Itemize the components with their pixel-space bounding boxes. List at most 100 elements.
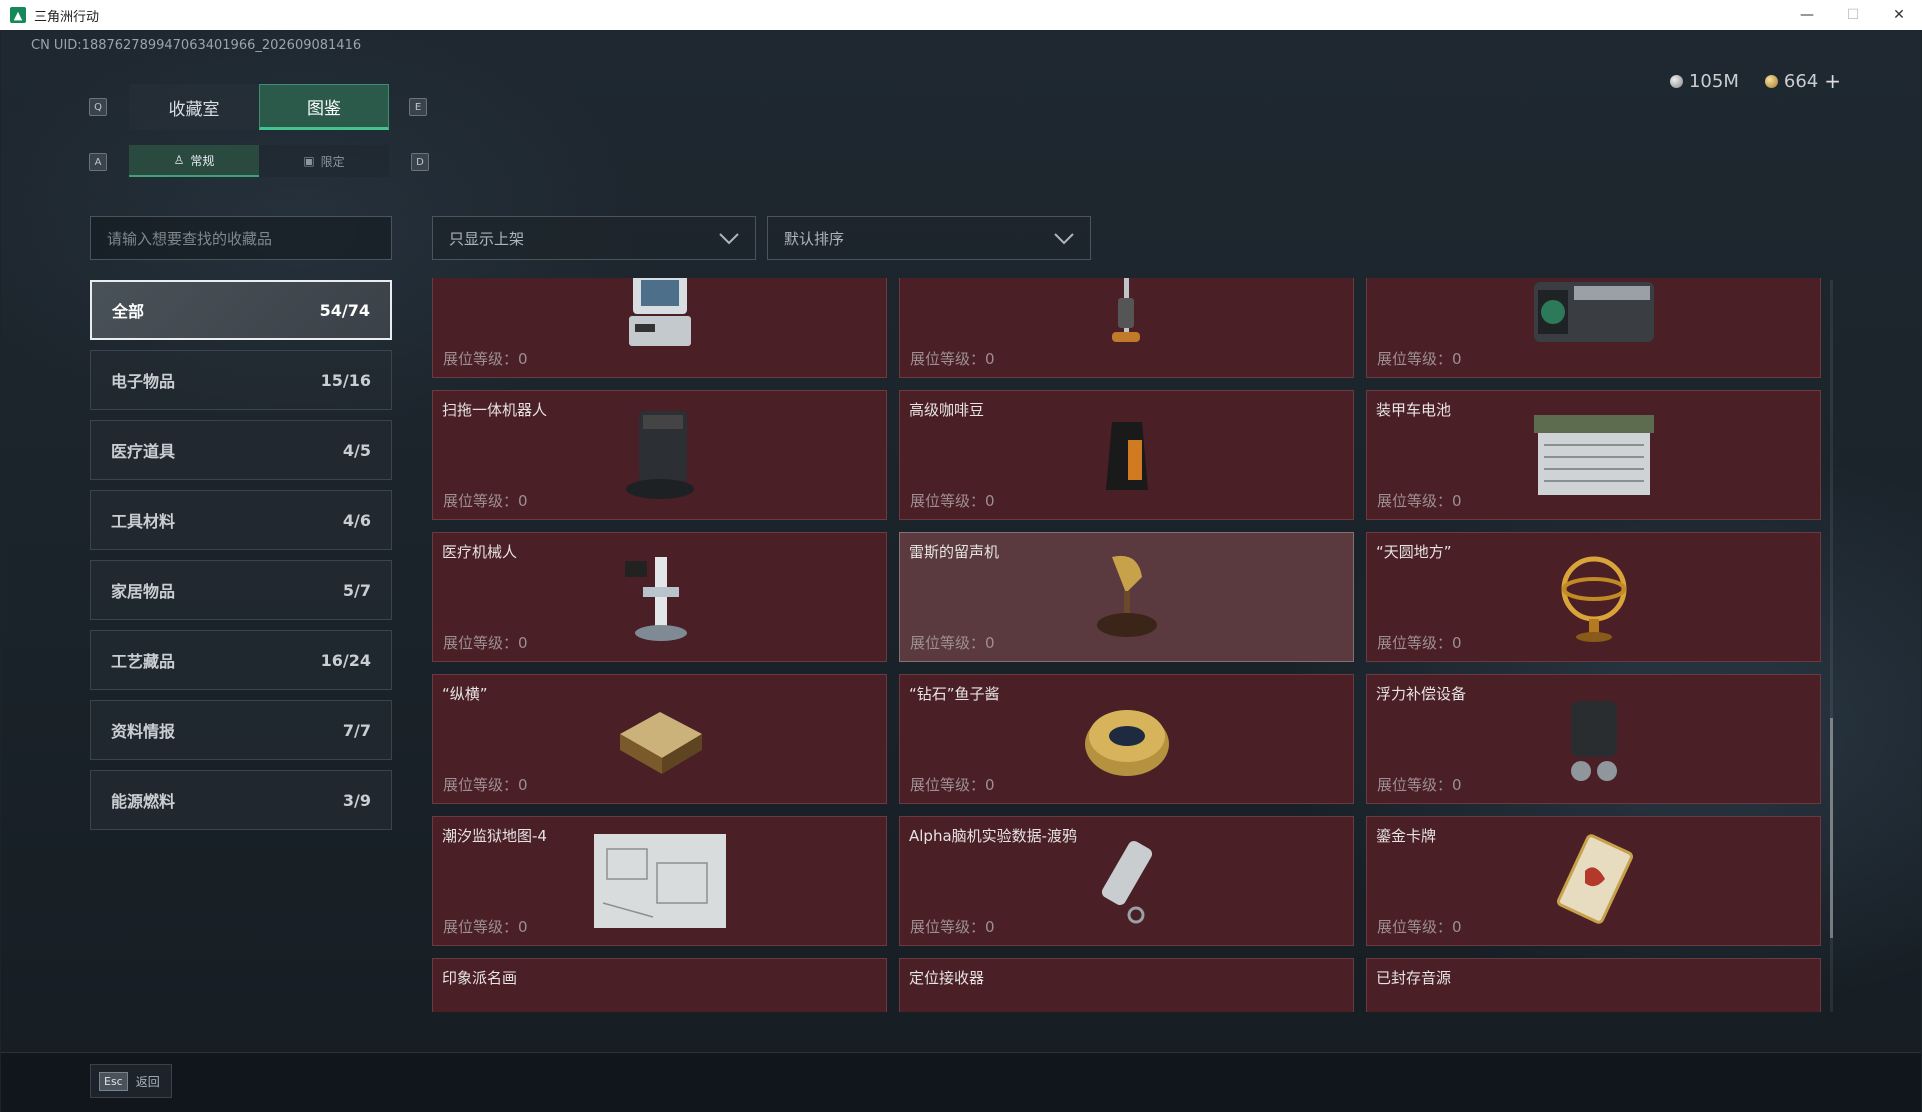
- item-card[interactable]: 鎏金卡牌 展位等级：0: [1366, 816, 1821, 946]
- window-controls: — ☐ ✕: [1784, 0, 1922, 30]
- item-name: “纵横”: [442, 685, 488, 703]
- item-name: Alpha脑机实验数据-渡鸦: [909, 827, 1078, 845]
- item-level: 展位等级：0: [443, 350, 528, 368]
- category-energy[interactable]: 能源燃料 3/9: [90, 770, 392, 830]
- minimize-button[interactable]: —: [1784, 0, 1830, 30]
- item-card[interactable]: “天圆地方” 展位等级：0: [1366, 532, 1821, 662]
- shelf-filter-value: 只显示上架: [449, 229, 525, 248]
- item-card[interactable]: 高级咖啡豆 展位等级：0: [899, 390, 1354, 520]
- item-level: 展位等级：0: [1377, 492, 1462, 510]
- category-label: 工具材料: [111, 512, 176, 531]
- item-level: 展位等级：0: [443, 918, 528, 936]
- item-card[interactable]: 展位等级：0: [432, 278, 887, 378]
- item-card[interactable]: 雷斯的留声机 展位等级：0: [899, 532, 1354, 662]
- category-label: 家居物品: [111, 582, 176, 601]
- tab-codex[interactable]: 图鉴: [259, 84, 389, 130]
- item-level: 展位等级：0: [1377, 918, 1462, 936]
- add-currency-button[interactable]: +: [1824, 69, 1841, 93]
- item-name: 扫拖一体机器人: [442, 401, 548, 419]
- item-card[interactable]: Alpha脑机实验数据-渡鸦 展位等级：0: [899, 816, 1354, 946]
- sort-dropdown[interactable]: 默认排序: [767, 216, 1091, 260]
- coffee-beans-icon: [1072, 400, 1182, 510]
- item-level: 展位等级：0: [910, 634, 995, 652]
- back-label: 返回: [135, 1074, 160, 1089]
- category-label: 资料情报: [111, 722, 176, 741]
- key-hint-q: Q: [89, 98, 107, 116]
- category-count: 4/6: [342, 510, 371, 530]
- item-level: 展位等级：0: [1377, 776, 1462, 794]
- armillary-sphere-icon: [1539, 542, 1649, 652]
- category-label: 医疗道具: [111, 442, 176, 461]
- tab-regular-label: 常规: [190, 153, 215, 168]
- item-level: 展位等级：0: [443, 492, 528, 510]
- painting-icon: [605, 996, 715, 1012]
- uid-label: CN UID:1887627899470634019​66_2026090814…: [31, 38, 362, 53]
- item-name: 潮汐监狱地图-4: [442, 827, 547, 845]
- gold-coin-icon: [1764, 74, 1778, 88]
- item-name: 高级咖啡豆: [909, 401, 985, 419]
- category-count: 7/7: [342, 720, 371, 740]
- tab-limited[interactable]: ▣ 限定: [259, 145, 389, 177]
- item-grid: 展位等级：0 展位等级：0 展位等级：0 扫拖一体机器人 展位等级：0 高级咖啡…: [432, 278, 1821, 1012]
- tab-regular[interactable]: ♙ 常规: [129, 145, 259, 177]
- gold-amount: 664: [1783, 70, 1819, 92]
- item-name: 定位接收器: [909, 969, 985, 987]
- item-name: 雷斯的留声机: [909, 543, 1000, 561]
- item-grid-viewport: 展位等级：0 展位等级：0 展位等级：0 扫拖一体机器人 展位等级：0 高级咖啡…: [432, 278, 1822, 1012]
- back-button[interactable]: Esc 返回: [90, 1064, 172, 1098]
- category-label: 能源燃料: [111, 792, 176, 811]
- category-count: 16/24: [320, 650, 371, 670]
- vehicle-battery-icon: [1519, 400, 1669, 510]
- maximize-button[interactable]: ☐: [1830, 0, 1876, 30]
- category-electronics[interactable]: 电子物品 15/16: [90, 350, 392, 410]
- item-card[interactable]: “钻石”鱼子酱 展位等级：0: [899, 674, 1354, 804]
- esc-key-hint: Esc: [99, 1071, 128, 1091]
- category-crafts[interactable]: 工艺藏品 16/24: [90, 630, 392, 690]
- category-label: 电子物品: [111, 372, 176, 391]
- search-input[interactable]: 请输入想要查找的收藏品: [90, 216, 392, 260]
- category-count: 3/9: [342, 790, 371, 810]
- key-hint-d: D: [411, 153, 429, 171]
- app-logo-icon: ▲: [10, 7, 26, 23]
- silver-coin-icon: [1669, 74, 1683, 88]
- category-sidebar: 全部 54/74 电子物品 15/16 医疗道具 4/5 工具材料 4/6 家居…: [90, 280, 392, 840]
- item-card[interactable]: 浮力补偿设备 展位等级：0: [1366, 674, 1821, 804]
- silver-amount: 105M: [1688, 70, 1739, 92]
- item-level: 展位等级：0: [1377, 634, 1462, 652]
- item-card[interactable]: 展位等级：0: [1366, 278, 1821, 378]
- sealed-audio-icon: [1539, 1000, 1649, 1012]
- item-name: “天圆地方”: [1376, 543, 1452, 561]
- category-household[interactable]: 家居物品 5/7: [90, 560, 392, 620]
- item-card[interactable]: 已封存音源: [1366, 958, 1821, 1012]
- category-count: 54/74: [319, 300, 370, 320]
- chevron-down-icon: [719, 233, 739, 245]
- category-tools[interactable]: 工具材料 4/6: [90, 490, 392, 550]
- item-card[interactable]: 展位等级：0: [899, 278, 1354, 378]
- item-card[interactable]: 装甲车电池 展位等级：0: [1366, 390, 1821, 520]
- robot-mop-icon: [605, 400, 715, 510]
- category-all[interactable]: 全部 54/74: [90, 280, 392, 340]
- game-screen: CN UID:1887627899470634019​66_2026090814…: [1, 30, 1921, 1112]
- category-label: 工艺藏品: [111, 652, 176, 671]
- shelf-filter-dropdown[interactable]: 只显示上架: [432, 216, 756, 260]
- close-button[interactable]: ✕: [1876, 0, 1922, 30]
- item-level: 展位等级：0: [910, 776, 995, 794]
- gilded-card-icon: [1539, 826, 1649, 936]
- medical-robot-icon: [605, 542, 715, 652]
- item-name: 鎏金卡牌: [1376, 827, 1437, 845]
- item-card[interactable]: 医疗机械人 展位等级：0: [432, 532, 887, 662]
- item-card[interactable]: 印象派名画: [432, 958, 887, 1012]
- item-card[interactable]: 潮汐监狱地图-4 展位等级：0: [432, 816, 887, 946]
- category-medical[interactable]: 医疗道具 4/5: [90, 420, 392, 480]
- tab-collection-room[interactable]: 收藏室: [129, 84, 259, 130]
- key-hint-a: A: [89, 153, 107, 171]
- graphics-card-icon: [1519, 278, 1669, 368]
- caviar-tin-icon: [1072, 684, 1182, 794]
- grid-scrollbar-thumb[interactable]: [1830, 718, 1833, 938]
- search-placeholder: 请输入想要查找的收藏品: [107, 229, 273, 248]
- item-card[interactable]: “纵横” 展位等级：0: [432, 674, 887, 804]
- item-card[interactable]: 定位接收器: [899, 958, 1354, 1012]
- main-tabs: 收藏室 图鉴: [129, 84, 389, 130]
- category-intel[interactable]: 资料情报 7/7: [90, 700, 392, 760]
- item-card[interactable]: 扫拖一体机器人 展位等级：0: [432, 390, 887, 520]
